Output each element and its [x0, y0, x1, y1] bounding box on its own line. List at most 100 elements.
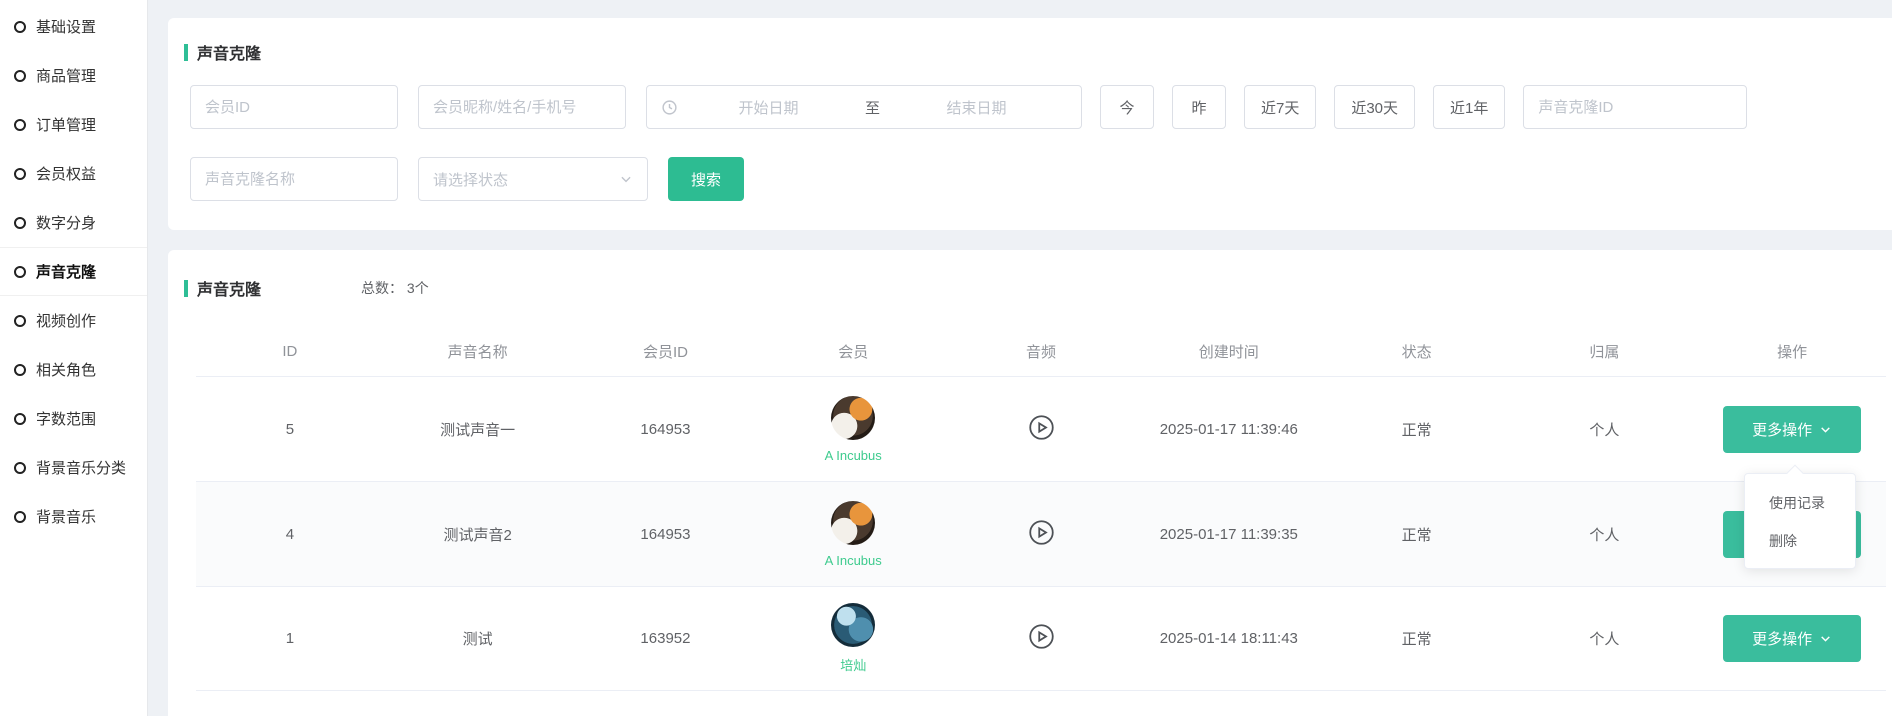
circle-icon: [14, 462, 26, 474]
col-header-audio: 音频: [947, 341, 1135, 362]
cell-member-id: 164953: [572, 421, 760, 438]
member-id-input[interactable]: [190, 85, 398, 129]
sidebar-item-label: 视频创作: [36, 310, 96, 331]
member-cell: A Incubus: [759, 396, 947, 463]
sidebar-item-label: 相关角色: [36, 359, 96, 380]
col-header-status: 状态: [1323, 341, 1511, 362]
cell-member-id: 164953: [572, 526, 760, 543]
col-header-created-time: 创建时间: [1135, 341, 1323, 362]
circle-icon: [14, 21, 26, 33]
sidebar-item-label: 数字分身: [36, 212, 96, 233]
total-value: 3个: [407, 280, 429, 296]
col-header-id: ID: [196, 343, 384, 360]
col-header-member: 会员: [759, 341, 947, 362]
quick-date-today-button[interactable]: 今: [1100, 85, 1154, 129]
title-accent-bar: [184, 44, 188, 61]
date-range-picker[interactable]: 开始日期 至 结束日期: [646, 85, 1082, 129]
search-button[interactable]: 搜索: [668, 157, 744, 201]
sidebar-item-order-management[interactable]: 订单管理: [0, 100, 147, 149]
clock-icon: [661, 99, 678, 116]
status-select-placeholder: 请选择状态: [433, 169, 619, 190]
end-date-placeholder[interactable]: 结束日期: [886, 97, 1067, 118]
circle-icon: [14, 217, 26, 229]
member-avatar: [831, 501, 875, 545]
page-title: 声音克隆: [197, 40, 261, 64]
circle-icon: [14, 119, 26, 131]
cell-id: 1: [196, 630, 384, 647]
dropdown-item-usage-records[interactable]: 使用记录: [1745, 484, 1855, 522]
more-actions-label: 更多操作: [1752, 628, 1812, 649]
voice-clone-list-panel: 声音克隆 总数： 3个 ID 声音名称 会员ID 会员 音频 创建时间 状态 归…: [168, 250, 1892, 716]
member-avatar: [831, 603, 875, 647]
search-panel-title: 声音克隆: [184, 40, 1892, 64]
more-actions-button[interactable]: 更多操作: [1723, 406, 1861, 453]
sidebar-item-video-creation[interactable]: 视频创作: [0, 296, 147, 345]
sidebar-item-label: 会员权益: [36, 163, 96, 184]
quick-date-yesterday-button[interactable]: 昨: [1172, 85, 1226, 129]
date-separator: 至: [859, 97, 886, 118]
cell-owner: 个人: [1510, 524, 1698, 545]
status-select[interactable]: 请选择状态: [418, 157, 648, 201]
member-name-link[interactable]: 培灿: [840, 655, 866, 674]
cell-owner: 个人: [1510, 419, 1698, 440]
sidebar-item-bgm-category[interactable]: 背景音乐分类: [0, 443, 147, 492]
sidebar-item-basic-settings[interactable]: 基础设置: [0, 2, 147, 51]
more-actions-label: 更多操作: [1752, 419, 1812, 440]
member-name-link[interactable]: A Incubus: [825, 553, 882, 568]
quick-date-1year-button[interactable]: 近1年: [1433, 85, 1505, 129]
play-audio-icon[interactable]: [1028, 414, 1055, 441]
cell-id: 4: [196, 526, 384, 543]
list-panel-title: 声音克隆 总数： 3个: [184, 276, 1892, 300]
sidebar-item-label: 字数范围: [36, 408, 96, 429]
sidebar-item-voice-clone[interactable]: 声音克隆: [0, 247, 147, 296]
sidebar-item-member-benefits[interactable]: 会员权益: [0, 149, 147, 198]
sidebar-item-product-management[interactable]: 商品管理: [0, 51, 147, 100]
cell-created-time: 2025-01-17 11:39:46: [1135, 421, 1323, 438]
col-header-actions: 操作: [1698, 341, 1886, 362]
table-header-row: ID 声音名称 会员ID 会员 音频 创建时间 状态 归属 操作: [196, 326, 1886, 376]
cell-owner: 个人: [1510, 628, 1698, 649]
more-actions-dropdown-menu: 使用记录 删除: [1744, 473, 1856, 569]
table-row: 4 测试声音2 164953 A Incubus 2025-01-17 11:3…: [196, 481, 1886, 586]
member-avatar: [831, 396, 875, 440]
dropdown-item-delete[interactable]: 删除: [1745, 522, 1855, 560]
cell-member-id: 163952: [572, 630, 760, 647]
circle-icon: [14, 364, 26, 376]
member-name-link[interactable]: A Incubus: [825, 448, 882, 463]
more-actions-button[interactable]: 更多操作: [1723, 615, 1861, 662]
play-audio-icon[interactable]: [1028, 519, 1055, 546]
sidebar-item-word-count-range[interactable]: 字数范围: [0, 394, 147, 443]
chevron-down-icon: [1819, 423, 1832, 436]
voice-clone-id-input[interactable]: [1523, 85, 1747, 129]
table-row: 5 测试声音一 164953 A Incubus 2025-01-17 11:3…: [196, 376, 1886, 481]
sidebar-item-label: 声音克隆: [36, 261, 96, 282]
voice-clone-name-input[interactable]: [190, 157, 398, 201]
cell-created-time: 2025-01-17 11:39:35: [1135, 526, 1323, 543]
table-row: 1 测试 163952 培灿 2025-01-14 18:11:43 正常 个人…: [196, 586, 1886, 691]
circle-icon: [14, 511, 26, 523]
sidebar-item-label: 基础设置: [36, 16, 96, 37]
circle-icon: [14, 168, 26, 180]
col-header-member-id: 会员ID: [572, 341, 760, 362]
cell-created-time: 2025-01-14 18:11:43: [1135, 630, 1323, 647]
voice-clone-table: ID 声音名称 会员ID 会员 音频 创建时间 状态 归属 操作 5 测试声音一…: [196, 326, 1886, 691]
section-title: 声音克隆: [197, 276, 261, 300]
chevron-down-icon: [1819, 632, 1832, 645]
sidebar-item-digital-avatar[interactable]: 数字分身: [0, 198, 147, 247]
cell-status: 正常: [1323, 419, 1511, 440]
cell-status: 正常: [1323, 524, 1511, 545]
quick-date-7days-button[interactable]: 近7天: [1244, 85, 1316, 129]
member-info-input[interactable]: [418, 85, 626, 129]
circle-icon: [14, 413, 26, 425]
sidebar-item-bgm[interactable]: 背景音乐: [0, 492, 147, 541]
sidebar-item-related-roles[interactable]: 相关角色: [0, 345, 147, 394]
chevron-down-icon: [619, 172, 633, 186]
cell-status: 正常: [1323, 628, 1511, 649]
start-date-placeholder[interactable]: 开始日期: [678, 97, 859, 118]
member-cell: 培灿: [759, 603, 947, 674]
quick-date-30days-button[interactable]: 近30天: [1334, 85, 1415, 129]
col-header-owner: 归属: [1510, 341, 1698, 362]
cell-voice-name: 测试声音2: [384, 524, 572, 545]
play-audio-icon[interactable]: [1028, 623, 1055, 650]
circle-icon: [14, 315, 26, 327]
